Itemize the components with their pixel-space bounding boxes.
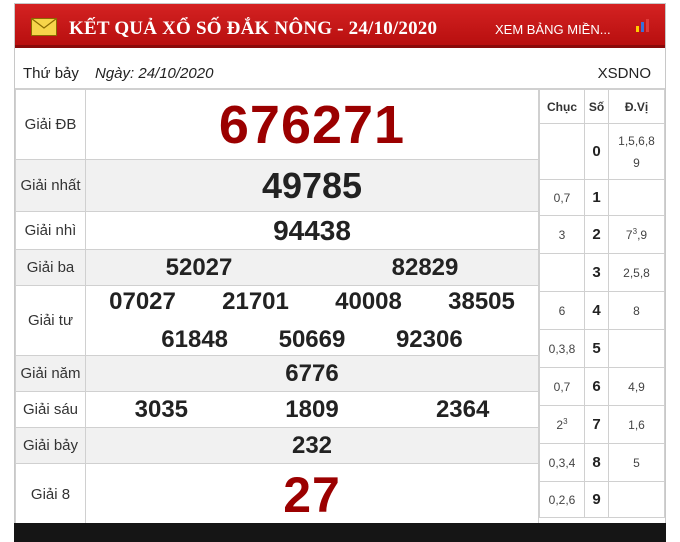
prize-number: 1809 bbox=[285, 395, 339, 423]
prize-number: 3035 bbox=[134, 395, 189, 423]
loto-dvi bbox=[608, 329, 665, 368]
loto-chuc: 0,7 bbox=[539, 367, 585, 406]
prize-label-sau: Giải sáu bbox=[15, 391, 86, 428]
prize-number: 38505 bbox=[448, 287, 515, 315]
prize-number: 2364 bbox=[435, 395, 490, 423]
draw-date: Ngày: 24/10/2020 bbox=[95, 65, 214, 82]
prize-values-db: 676271 bbox=[85, 89, 539, 160]
prize-values-ba: 52027 82829 bbox=[85, 249, 539, 286]
result-panel: KẾT QUẢ XỔ SỐ ĐẮK NÔNG - 24/10/2020 XEM … bbox=[14, 3, 666, 539]
prize-table: Giải ĐB 676271 Giải nhất 49785 Giải nhì … bbox=[15, 89, 539, 526]
prize-values-bay: 232 bbox=[85, 427, 539, 464]
day-of-week: Thứ bảy bbox=[23, 65, 79, 82]
loto-dvi bbox=[608, 481, 665, 518]
prize-number: 21701 bbox=[222, 287, 289, 315]
prize-number: 49785 bbox=[261, 164, 363, 206]
prize-number: 92306 bbox=[395, 325, 463, 353]
prize-label-ba: Giải ba bbox=[15, 249, 86, 286]
prize-values-sau: 3035 1809 2364 bbox=[85, 391, 539, 428]
eighth-prize-number: 27 bbox=[283, 466, 341, 523]
loto-chuc bbox=[539, 123, 585, 180]
loto-chuc: 0,3,4 bbox=[539, 443, 585, 482]
loto-chuc: 6 bbox=[539, 291, 585, 330]
loto-so: 2 bbox=[584, 215, 609, 254]
prize-label-8: Giải 8 bbox=[15, 463, 86, 526]
loto-so: 9 bbox=[584, 481, 609, 518]
prize-label-nhat: Giải nhất bbox=[15, 159, 86, 212]
loto-dvi: 2,5,8 bbox=[608, 253, 665, 292]
loto-so: 3 bbox=[584, 253, 609, 292]
loto-table: Chục Số Đ.Vị 0 1,5,6,8 9 0,7 1 3 2 73,9 … bbox=[539, 89, 665, 518]
loto-dvi-tail: ,9 bbox=[637, 228, 648, 242]
prize-values-nam: 6776 bbox=[85, 355, 539, 392]
page-title: KẾT QUẢ XỔ SỐ ĐẮK NÔNG - 24/10/2020 bbox=[69, 18, 438, 39]
loto-dvi: 8 bbox=[608, 291, 665, 330]
prize-number: 52027 bbox=[165, 253, 233, 281]
prize-values-8: 27 bbox=[85, 463, 539, 526]
loto-dvi-line: 1,5,6,8 bbox=[618, 133, 655, 148]
loto-dvi: 1,5,6,8 9 bbox=[608, 123, 665, 180]
loto-chuc: 0,2,6 bbox=[539, 481, 585, 518]
loto-dvi: 5 bbox=[608, 443, 665, 482]
loto-so: 5 bbox=[584, 329, 609, 368]
loto-so: 1 bbox=[584, 179, 609, 216]
see-region-table-link[interactable]: XEM BẢNG MIỀN... bbox=[495, 22, 611, 37]
loto-dvi: 73,9 bbox=[608, 215, 665, 254]
prize-number: 94438 bbox=[273, 214, 351, 246]
loto-header-dvi: Đ.Vị bbox=[608, 89, 665, 124]
prize-label-bay: Giải bảy bbox=[15, 427, 86, 464]
special-prize-number: 676271 bbox=[218, 94, 406, 155]
loto-chuc: 0,7 bbox=[539, 179, 585, 216]
prize-label-nhi: Giải nhì bbox=[15, 211, 86, 250]
prize-number: 50669 bbox=[278, 325, 346, 353]
prize-number: 61848 bbox=[161, 325, 229, 353]
loto-chuc bbox=[539, 253, 585, 292]
loto-dvi-line: 9 bbox=[633, 155, 640, 170]
prize-label-nam: Giải năm bbox=[15, 355, 86, 392]
prize-number: 07027 bbox=[109, 287, 176, 315]
prize-number: 232 bbox=[291, 431, 333, 459]
chart-icon[interactable] bbox=[635, 18, 651, 32]
loto-dvi: 1,6 bbox=[608, 405, 665, 444]
loto-dvi: 4,9 bbox=[608, 367, 665, 406]
bottom-bar bbox=[14, 523, 666, 542]
draw-info-row: Thứ bảy Ngày: 24/10/2020 XSDNO bbox=[15, 56, 665, 89]
loto-header-so: Số bbox=[584, 89, 609, 124]
loto-chuc-sup: 3 bbox=[563, 417, 568, 426]
loto-so: 0 bbox=[584, 123, 609, 180]
loto-dvi bbox=[608, 179, 665, 216]
prize-number: 6776 bbox=[285, 359, 339, 387]
loto-chuc: 3 bbox=[539, 215, 585, 254]
header-bar: KẾT QUẢ XỔ SỐ ĐẮK NÔNG - 24/10/2020 XEM … bbox=[15, 4, 665, 48]
prize-label-tu: Giải tư bbox=[15, 285, 86, 356]
prize-values-nhat: 49785 bbox=[85, 159, 539, 212]
loto-dvi-digit: 7 bbox=[625, 228, 633, 242]
loto-chuc: 23 bbox=[539, 405, 585, 444]
loto-so: 4 bbox=[584, 291, 609, 330]
loto-chuc: 0,3,8 bbox=[539, 329, 585, 368]
prize-values-nhi: 94438 bbox=[85, 211, 539, 250]
loto-so: 6 bbox=[584, 367, 609, 406]
loto-so: 8 bbox=[584, 443, 609, 482]
prize-label-db: Giải ĐB bbox=[15, 89, 86, 160]
prize-number: 82829 bbox=[391, 253, 459, 281]
envelope-icon bbox=[31, 18, 57, 36]
prize-values-tu: 07027 21701 40008 38505 61848 50669 9230… bbox=[85, 285, 539, 356]
lottery-code: XSDNO bbox=[597, 65, 651, 82]
prize-number: 40008 bbox=[335, 287, 402, 315]
loto-so: 7 bbox=[584, 405, 609, 444]
loto-header-chuc: Chục bbox=[539, 89, 585, 124]
